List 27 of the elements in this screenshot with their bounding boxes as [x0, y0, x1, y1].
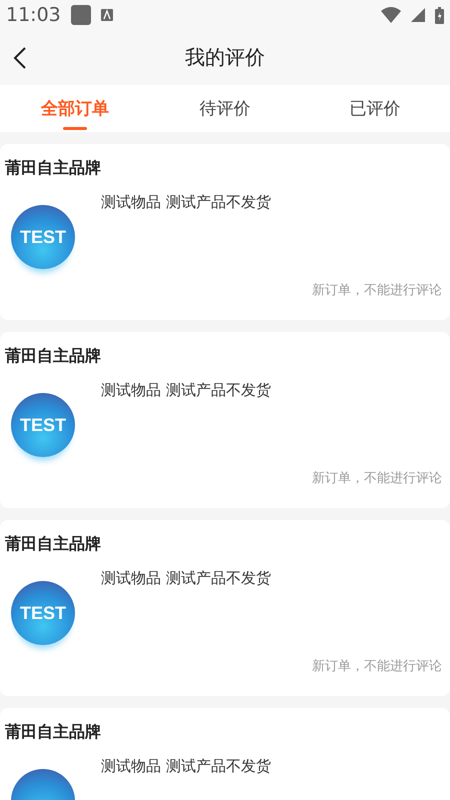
- status-time: 11:03: [6, 4, 61, 26]
- shop-name: 莆田自主品牌: [5, 158, 101, 179]
- shop-name: 莆田自主品牌: [5, 534, 101, 555]
- order-card[interactable]: 莆田自主品牌 测试物品 测试产品不发货: [0, 708, 450, 800]
- product-thumbnail: TEST: [11, 393, 75, 457]
- product-name: 测试物品 测试产品不发货: [101, 381, 271, 400]
- product-name: 测试物品 测试产品不发货: [101, 757, 271, 776]
- product-thumbnail: TEST: [11, 205, 75, 269]
- order-card[interactable]: 莆田自主品牌 TEST 测试物品 测试产品不发货 新订单，不能进行评论: [0, 144, 450, 320]
- shop-name: 莆田自主品牌: [5, 346, 101, 367]
- tab-indicator: [63, 127, 87, 130]
- notification-icon: [70, 5, 91, 25]
- wifi-icon: [381, 7, 401, 23]
- order-card[interactable]: 莆田自主品牌 TEST 测试物品 测试产品不发货 新订单，不能进行评论: [0, 520, 450, 696]
- shop-name: 莆田自主品牌: [5, 722, 101, 743]
- signal-icon: [411, 8, 425, 22]
- order-status: 新订单，不能进行评论: [312, 658, 442, 675]
- app-icon: [100, 9, 113, 21]
- page-title: 我的评价: [185, 44, 265, 71]
- order-card[interactable]: 莆田自主品牌 TEST 测试物品 测试产品不发货 新订单，不能进行评论: [0, 332, 450, 508]
- product-name: 测试物品 测试产品不发货: [101, 569, 271, 588]
- back-button[interactable]: [12, 46, 28, 70]
- product-thumbnail: TEST: [11, 581, 75, 645]
- battery-icon: [435, 6, 444, 24]
- order-status: 新订单，不能进行评论: [312, 470, 442, 487]
- order-status: 新订单，不能进行评论: [312, 282, 442, 299]
- product-name: 测试物品 测试产品不发货: [101, 193, 271, 212]
